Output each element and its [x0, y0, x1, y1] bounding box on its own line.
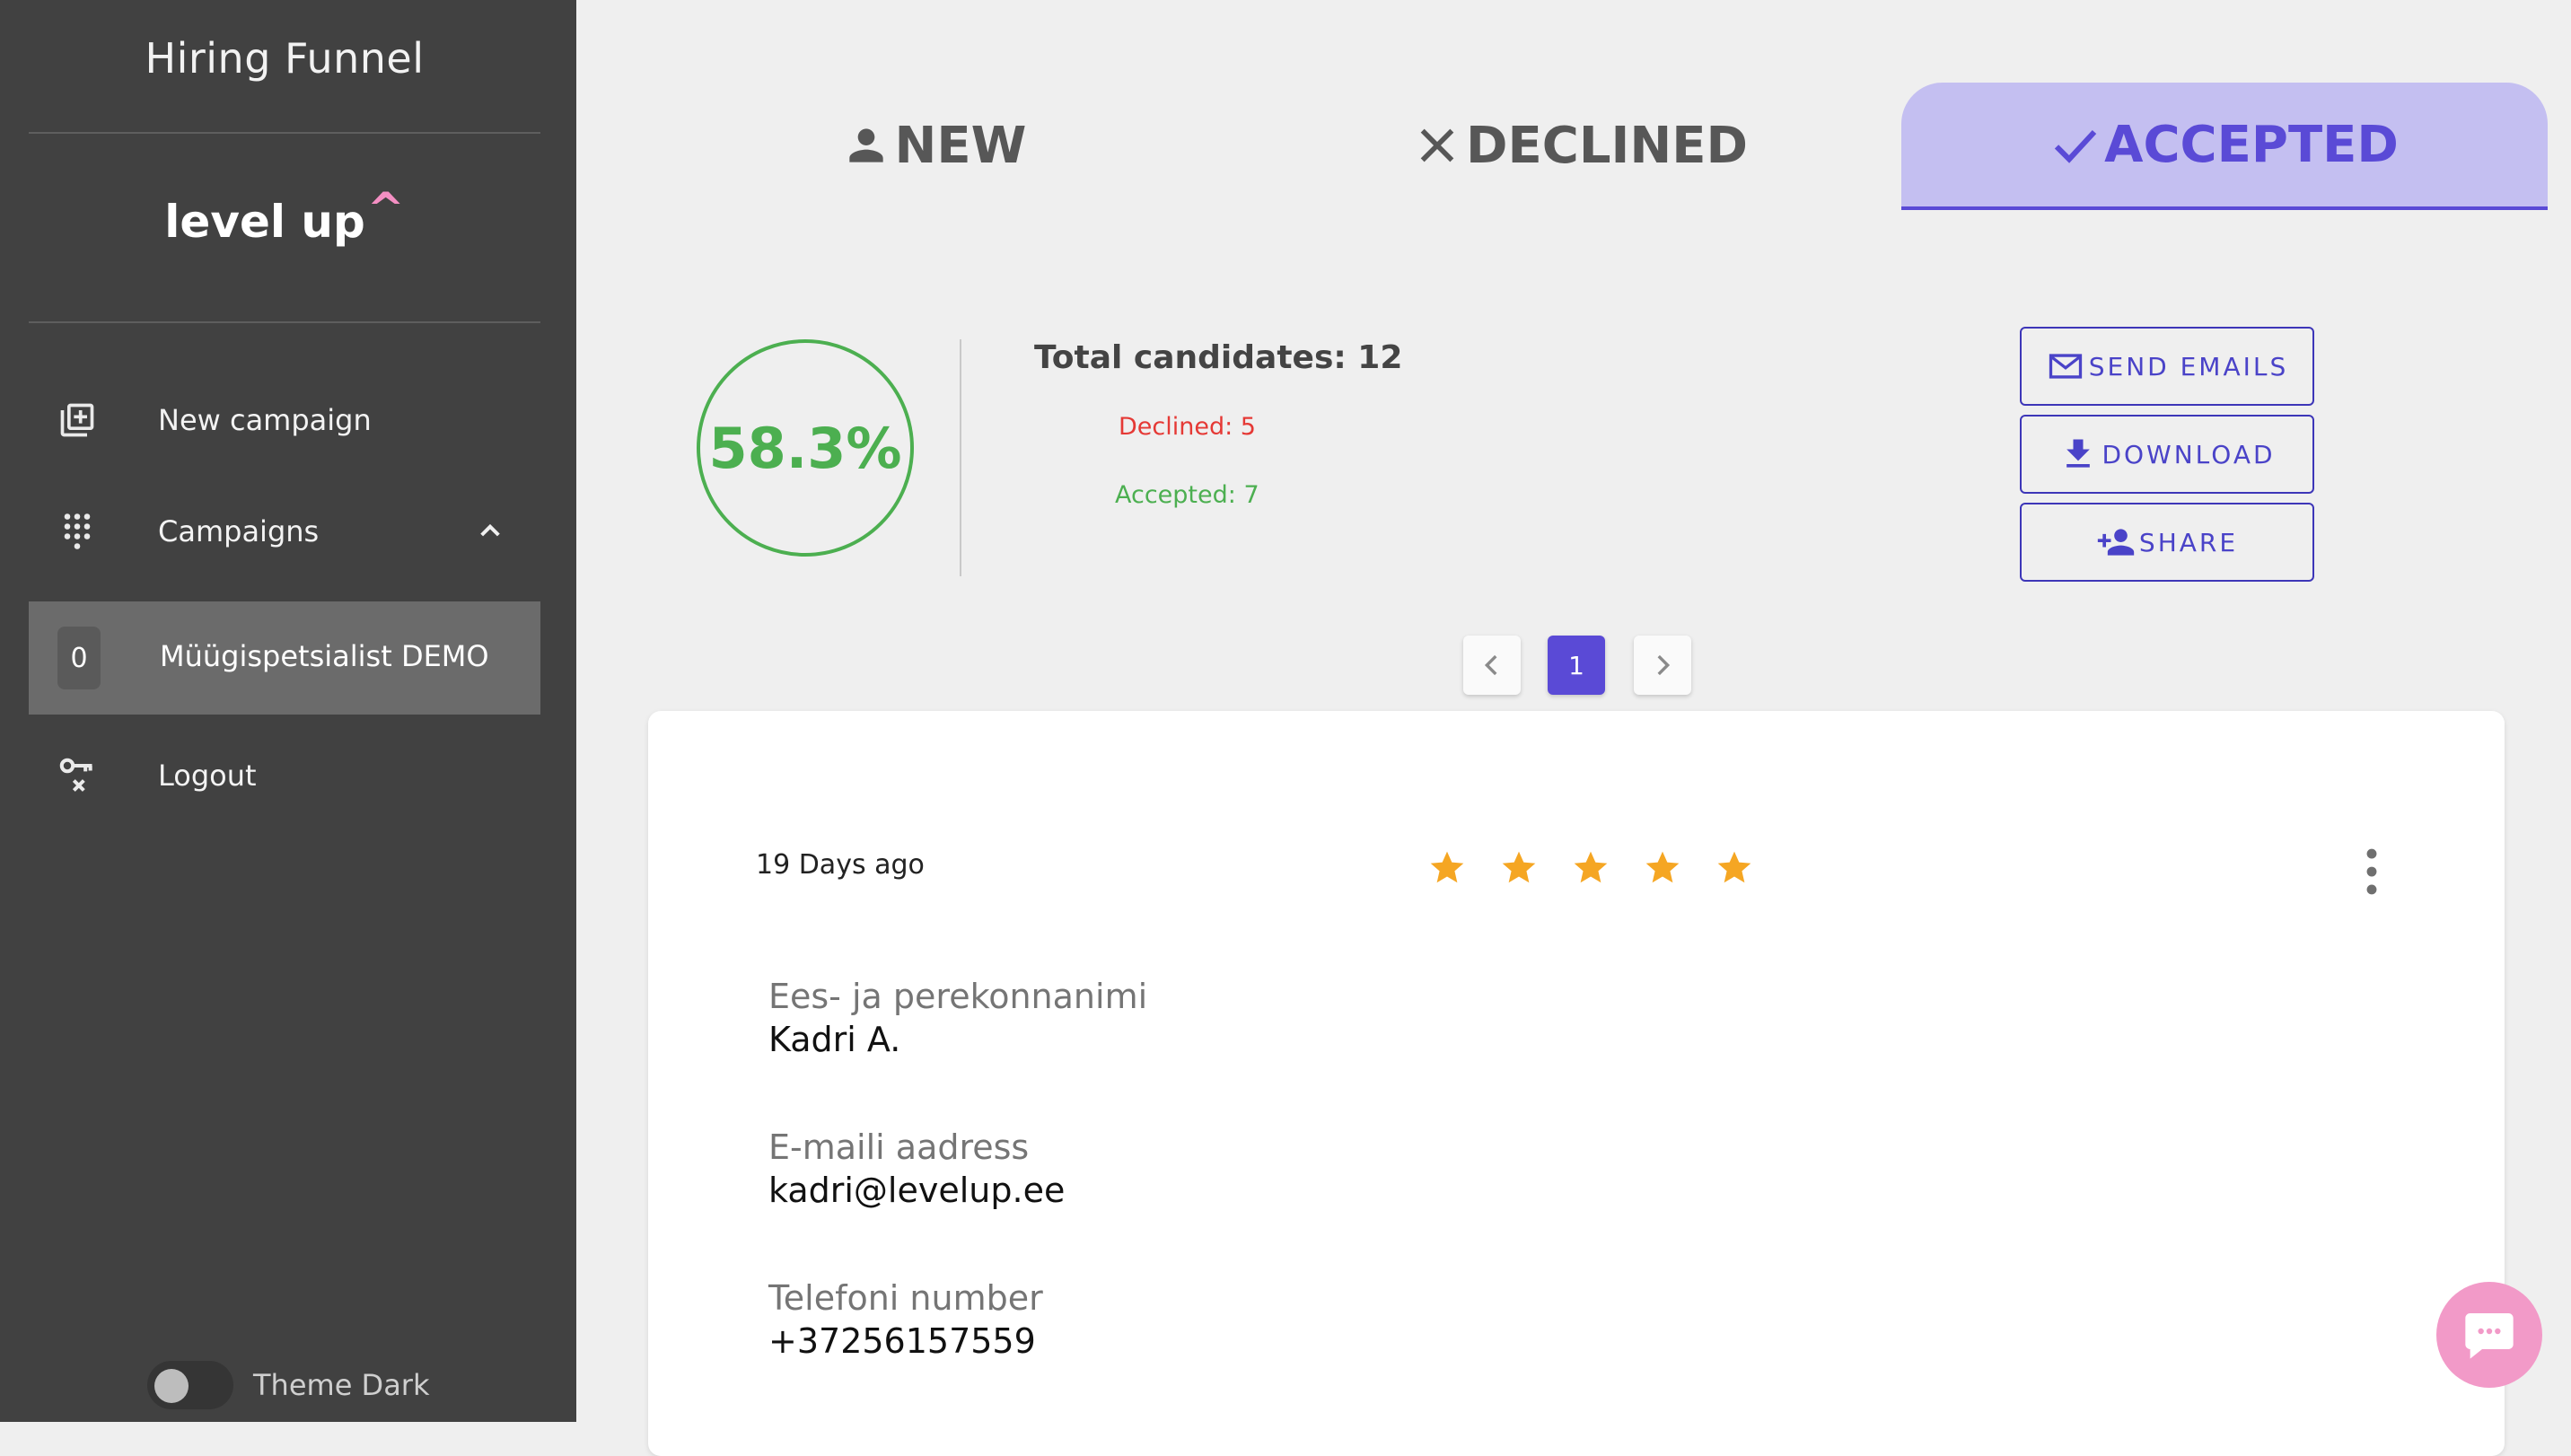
field-label-phone: Telefoni number — [768, 1278, 1043, 1318]
candidate-card: 19 Days ago Ees- ja perekonnanimi Kadri … — [648, 711, 2505, 1456]
chevron-right-icon — [1657, 654, 1671, 676]
send-emails-label: SEND EMAILS — [2088, 351, 2289, 382]
theme-toggle-label: Theme Dark — [253, 1368, 430, 1402]
nav-campaigns-label: Campaigns — [158, 514, 320, 548]
download-label: DOWNLOAD — [2102, 439, 2276, 469]
star-icon[interactable] — [1571, 847, 1610, 887]
person-add-icon — [2097, 529, 2135, 556]
mail-icon — [2049, 354, 2082, 379]
key-logout-icon — [59, 758, 92, 792]
declined-count: Declined: 5 — [1119, 413, 1256, 441]
divider — [29, 132, 540, 134]
download-icon — [2066, 439, 2091, 468]
campaign-item-label: Müügispetsialist DEMO — [160, 639, 489, 673]
divider — [960, 339, 961, 576]
nav-logout-label: Logout — [158, 759, 257, 793]
field-value-phone: +37256157559 — [768, 1321, 1036, 1361]
chevron-left-icon — [1484, 654, 1497, 676]
dialpad-icon — [64, 513, 91, 549]
star-icon[interactable] — [1427, 847, 1467, 887]
next-page-button[interactable] — [1634, 636, 1691, 695]
star-icon[interactable] — [1715, 847, 1754, 887]
send-emails-button[interactable]: SEND EMAILS — [2020, 327, 2314, 406]
switch-knob — [154, 1369, 189, 1403]
share-label: SHARE — [2138, 527, 2239, 557]
field-value-name: Kadri A. — [768, 1020, 901, 1059]
star-icon[interactable] — [1643, 847, 1682, 887]
person-icon — [848, 128, 883, 162]
close-icon — [1420, 128, 1454, 162]
star-icon[interactable] — [1499, 847, 1539, 887]
tab-declined-label: DECLINED — [1466, 116, 1748, 175]
logo-text: level up — [164, 196, 365, 248]
field-value-email: kadri@levelup.ee — [768, 1171, 1066, 1210]
logo-caret: ^ — [366, 183, 405, 235]
nav-campaigns[interactable]: Campaigns — [29, 494, 540, 569]
nav-new-campaign[interactable]: New campaign — [29, 382, 540, 458]
more-options-icon[interactable] — [2352, 846, 2391, 898]
tab-declined[interactable]: DECLINED — [1257, 83, 1903, 208]
logo: level up^ — [0, 183, 569, 248]
chat-button[interactable] — [2436, 1282, 2542, 1388]
chat-icon — [2465, 1313, 2514, 1359]
campaign-count-badge: 0 — [57, 627, 101, 689]
nav-new-campaign-label: New campaign — [158, 403, 372, 437]
tab-accepted[interactable]: ACCEPTED — [1901, 83, 2548, 210]
acceptance-rate: 58.3% — [708, 415, 902, 481]
field-label-email: E-maili aadress — [768, 1127, 1030, 1167]
check-icon — [2054, 129, 2097, 163]
campaign-item[interactable]: 0 Müügispetsialist DEMO — [29, 601, 540, 715]
divider — [29, 321, 540, 323]
share-button[interactable]: SHARE — [2020, 503, 2314, 582]
rating-stars[interactable] — [1427, 847, 1786, 887]
add-library-icon — [60, 403, 94, 437]
chevron-up-icon[interactable] — [476, 517, 505, 546]
page-button-current[interactable]: 1 — [1548, 636, 1605, 695]
accepted-count: Accepted: 7 — [1115, 481, 1259, 509]
time-ago: 19 Days ago — [756, 849, 925, 881]
theme-toggle[interactable]: Theme Dark — [147, 1361, 429, 1409]
tab-accepted-label: ACCEPTED — [2104, 115, 2399, 174]
acceptance-rate-ring: 58.3% — [697, 339, 914, 557]
sidebar: Hiring Funnel level up^ New campaign Cam… — [0, 0, 576, 1422]
tab-new[interactable]: NEW — [610, 83, 1257, 208]
download-button[interactable]: DOWNLOAD — [2020, 415, 2314, 494]
total-candidates: Total candidates: 12 — [1034, 339, 1403, 376]
nav-logout[interactable]: Logout — [29, 738, 540, 813]
tab-new-label: NEW — [894, 116, 1027, 175]
page-number: 1 — [1568, 650, 1584, 680]
prev-page-button[interactable] — [1463, 636, 1521, 695]
field-label-name: Ees- ja perekonnanimi — [768, 977, 1148, 1016]
theme-switch[interactable] — [147, 1361, 233, 1409]
app-title: Hiring Funnel — [145, 34, 425, 83]
